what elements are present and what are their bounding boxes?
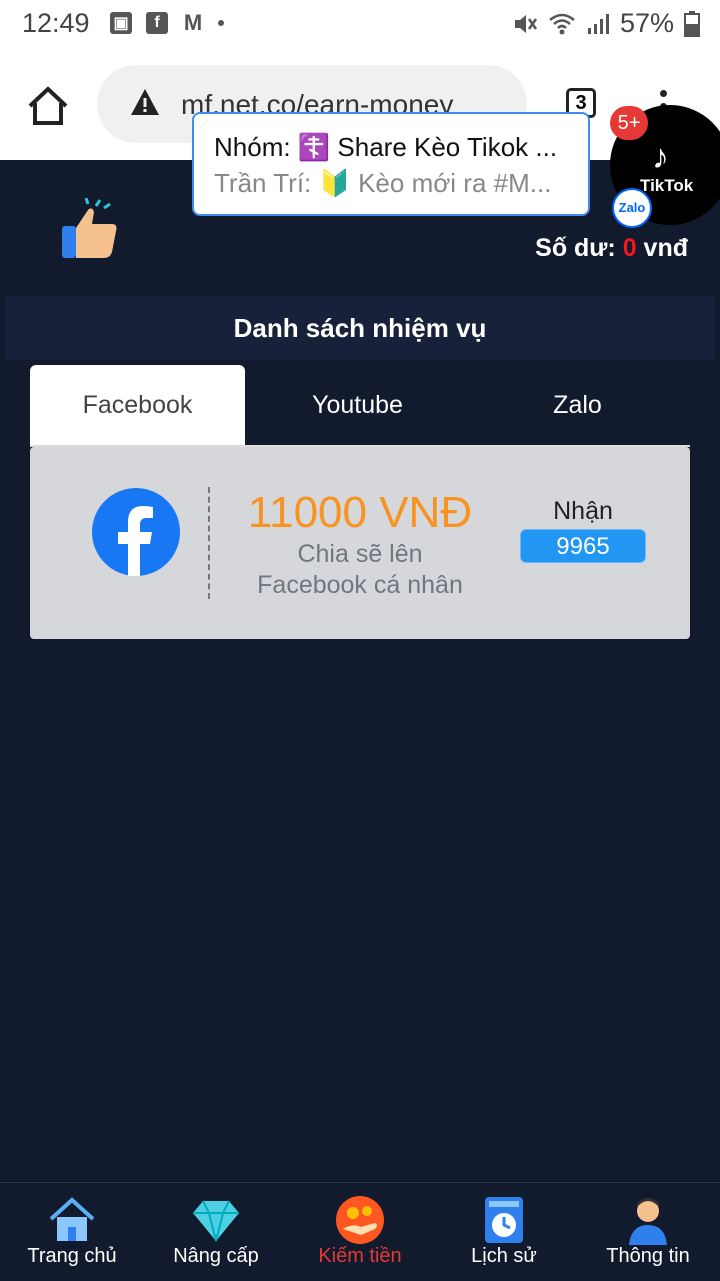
tiktok-label: TikTok: [640, 176, 694, 195]
balance-label: Số dư:: [535, 234, 623, 262]
battery-percent: 57%: [619, 8, 674, 38]
task-reward: 11000 VNĐ Chia sẽ lên Facebook cá nhân: [220, 487, 500, 601]
warning-icon[interactable]: [129, 87, 161, 117]
nav-upgrade-label: Nâng cấp: [173, 1245, 259, 1267]
home-icon: [49, 1197, 95, 1241]
status-bar: 12:49 ▣ f M 57%: [0, 0, 720, 52]
zalo-icon: Zalo: [612, 188, 652, 228]
user-profile-icon: [629, 1198, 667, 1245]
task-list-title: Danh sách nhiệm vụ: [6, 296, 714, 360]
thumbs-up-logo-icon: [62, 198, 117, 258]
nav-home[interactable]: Trang chủ: [0, 1183, 144, 1281]
nav-profile-label: Thông tin: [606, 1245, 690, 1267]
facebook-notification-icon: f: [146, 12, 168, 34]
tab-youtube[interactable]: Youtube: [250, 365, 465, 445]
nav-earn-money-label: Kiếm tiền: [318, 1245, 402, 1267]
wifi-icon: [549, 13, 575, 34]
tab-zalo[interactable]: Zalo: [470, 365, 685, 445]
nav-home-label: Trang chủ: [27, 1245, 117, 1267]
task-desc-line2: Facebook cá nhân: [257, 571, 463, 599]
chat-notification-popup[interactable]: Nhóm: ☦️ Share Kèo Tikok ... Trần Trí: 🔰…: [192, 112, 590, 216]
nav-history-label: Lịch sử: [471, 1245, 537, 1267]
status-right: 57%: [512, 8, 700, 39]
notification-message: Trần Trí: 🔰 Kèo mới ra #M...: [214, 168, 552, 198]
more-notifications-icon: [218, 20, 224, 26]
facebook-icon: [92, 488, 180, 576]
reward-amount: 11000 VNĐ: [247, 488, 473, 537]
nav-history[interactable]: Lịch sử: [432, 1183, 576, 1281]
receive-label: Nhận: [553, 497, 613, 525]
nav-upgrade[interactable]: Nâng cấp: [144, 1183, 288, 1281]
nav-earn-money[interactable]: Kiếm tiền: [288, 1183, 432, 1281]
gmail-icon: M: [183, 10, 203, 35]
task-desc-line1: Chia sẽ lên: [297, 540, 423, 568]
mute-icon: [514, 14, 537, 33]
notification-title: Nhóm: ☦️ Share Kèo Tikok ...: [214, 132, 558, 162]
diamond-icon: [193, 1200, 239, 1242]
platform-tabs: Facebook Youtube Zalo: [30, 365, 690, 447]
card-divider: [208, 487, 210, 599]
notification-icons: ▣ f M: [110, 10, 224, 35]
tiktok-icon: ♪: [652, 138, 669, 176]
balance-value: 0: [622, 234, 637, 262]
task-card[interactable]: 11000 VNĐ Chia sẽ lên Facebook cá nhân N…: [30, 447, 690, 639]
unread-badge: 5+: [610, 106, 648, 140]
history-clock-icon: [485, 1197, 523, 1243]
battery-icon: [684, 10, 700, 37]
balance-unit: vnđ: [636, 234, 688, 262]
receive-button[interactable]: 9965: [520, 529, 646, 563]
home-button-icon[interactable]: [26, 84, 70, 128]
nav-profile[interactable]: Thông tin: [576, 1183, 720, 1281]
tab-facebook[interactable]: Facebook: [30, 365, 245, 445]
balance-display: Số dư: 0 vnđ: [535, 234, 688, 263]
signal-icon: [587, 13, 609, 34]
status-time: 12:49: [22, 8, 90, 38]
gallery-icon: ▣: [110, 12, 132, 34]
earn-money-icon: [336, 1196, 384, 1244]
bottom-navigation: Trang chủ Nâng cấp Kiếm tiền Lịch sử Thô…: [0, 1182, 720, 1281]
